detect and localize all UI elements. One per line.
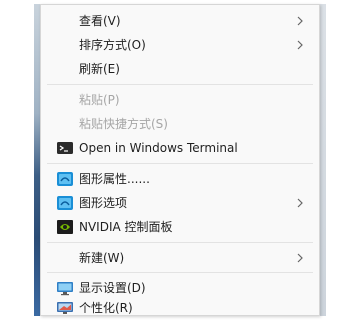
menu-item-label: 粘贴快捷方式(S) bbox=[79, 117, 168, 131]
personalize-icon bbox=[57, 302, 73, 314]
menu-item-paste-shortcut: 粘贴快捷方式(S) bbox=[41, 112, 319, 136]
menu-separator bbox=[47, 163, 313, 164]
menu-separator bbox=[47, 84, 313, 85]
menu-item-label: NVIDIA 控制面板 bbox=[79, 220, 173, 234]
display-icon bbox=[57, 282, 73, 296]
menu-item-label: 个性化(R) bbox=[79, 301, 133, 315]
menu-item-label: 排序方式(O) bbox=[79, 38, 146, 52]
menu-item-label: 显示设置(D) bbox=[79, 281, 146, 295]
menu-item-label: 图形选项 bbox=[79, 196, 128, 210]
chevron-right-icon bbox=[297, 40, 303, 50]
menu-item-paste: 粘贴(P) bbox=[41, 88, 319, 112]
menu-item-label: 图形属性...... bbox=[79, 172, 150, 186]
nvidia-icon bbox=[57, 220, 73, 234]
chevron-right-icon bbox=[297, 16, 303, 26]
menu-item-label: 刷新(E) bbox=[79, 62, 120, 76]
menu-item-graphics-options[interactable]: 图形选项 bbox=[41, 191, 319, 215]
menu-item-sort-by[interactable]: 排序方式(O) bbox=[41, 33, 319, 57]
intel-graphics-icon bbox=[57, 196, 73, 210]
menu-item-graphics-properties[interactable]: 图形属性...... bbox=[41, 167, 319, 191]
desktop-context-menu: 查看(V) 排序方式(O) 刷新(E) 粘贴(P) 粘贴快捷方式(S) Open… bbox=[40, 4, 320, 316]
menu-separator bbox=[47, 242, 313, 243]
menu-item-refresh[interactable]: 刷新(E) bbox=[41, 57, 319, 81]
terminal-icon bbox=[57, 142, 73, 154]
chevron-right-icon bbox=[297, 253, 303, 263]
menu-item-label: 新建(W) bbox=[79, 251, 125, 265]
menu-item-personalize[interactable]: 个性化(R) bbox=[41, 296, 319, 320]
menu-item-nvidia-control-panel[interactable]: NVIDIA 控制面板 bbox=[41, 215, 319, 239]
intel-graphics-icon bbox=[57, 172, 73, 186]
menu-separator bbox=[47, 272, 313, 273]
menu-item-open-in-windows-terminal[interactable]: Open in Windows Terminal bbox=[41, 136, 319, 160]
chevron-right-icon bbox=[297, 198, 303, 208]
menu-item-new[interactable]: 新建(W) bbox=[41, 246, 319, 270]
menu-item-label: 查看(V) bbox=[79, 14, 121, 28]
menu-item-view[interactable]: 查看(V) bbox=[41, 9, 319, 33]
menu-item-label: 粘贴(P) bbox=[79, 93, 120, 107]
menu-item-label: Open in Windows Terminal bbox=[79, 141, 238, 155]
